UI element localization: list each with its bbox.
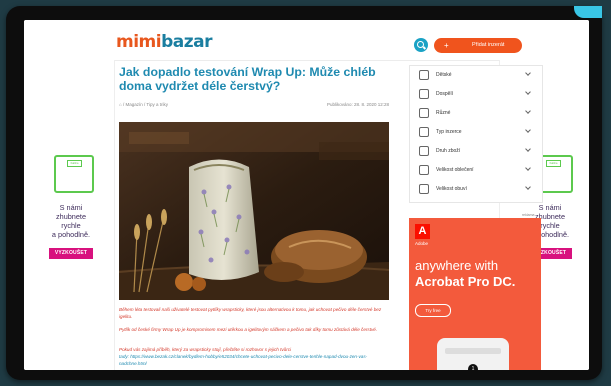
document-icon xyxy=(419,127,429,137)
category-filters: Dětské Dospělí Různé Typ inzerce Druh zb xyxy=(409,65,543,203)
adobe-headline-line-1: anywhere with xyxy=(415,258,499,273)
article: Jak dopadlo testování Wrap Up: Může chlé… xyxy=(119,65,394,370)
chevron-down-icon xyxy=(525,89,531,95)
site-logo[interactable]: mimibazar xyxy=(116,32,212,52)
article-paragraph: Pytlík od české firmy Wrap Up je komprom… xyxy=(119,327,378,332)
bread-bag-photo xyxy=(119,122,389,300)
tablet-frame: mimibazar + Přidat inzerát Kalibra S nám… xyxy=(6,6,602,380)
article-title: Jak dopadlo testování Wrap Up: Může chlé… xyxy=(119,65,376,93)
shirt-icon xyxy=(419,165,429,175)
scale-icon: Kalibra xyxy=(54,155,94,193)
filter-row[interactable]: Dětské xyxy=(410,66,542,83)
filter-label: Typ inzerce xyxy=(436,129,462,135)
side-ad-line-2: zhubnete xyxy=(55,212,87,221)
logo-part-2: bazar xyxy=(161,32,212,52)
browser-screen: mimibazar + Přidat inzerát Kalibra S nám… xyxy=(24,20,589,370)
adobe-logo-icon: A xyxy=(415,224,430,239)
adobe-ad-banner[interactable]: A Adobe anywhere with Acrobat Pro DC. Tr… xyxy=(409,218,541,370)
filter-label: Velikost oblečení xyxy=(436,167,474,173)
left-side-ad[interactable]: Kalibra S námi zhubnete rychle a pohodln… xyxy=(24,60,115,370)
scale-display: Kalibra xyxy=(67,160,82,167)
shoe-icon xyxy=(419,184,429,194)
filter-row[interactable]: Typ inzerce xyxy=(410,123,542,140)
box-icon xyxy=(419,146,429,156)
chevron-down-icon xyxy=(525,146,531,152)
screen-corner-accent xyxy=(574,6,602,18)
chevron-down-icon xyxy=(525,127,531,133)
add-listing-button[interactable]: + Přidat inzerát xyxy=(434,38,522,53)
misc-icon xyxy=(419,108,429,118)
ad-label: reklama xyxy=(522,213,535,217)
chevron-down-icon xyxy=(525,165,531,171)
side-ad-text: S námi zhubnete rychle a pohodlně. xyxy=(41,203,101,239)
side-ad-try-button[interactable]: VYZKOUŠET xyxy=(49,248,93,259)
site-header: mimibazar + Přidat inzerát xyxy=(24,20,589,61)
filter-row[interactable]: Druh zboží xyxy=(410,142,542,159)
phone-toolbar xyxy=(445,348,501,354)
badge: 1 xyxy=(468,364,478,370)
filter-row[interactable]: Dospělí xyxy=(410,85,542,102)
phone-mockup: 1 xyxy=(437,338,509,370)
filter-label: Druh zboží xyxy=(436,148,461,154)
side-ad-line-1: S námi xyxy=(59,203,83,212)
try-free-button[interactable]: Try free xyxy=(415,304,451,317)
side-ad-line-4: a pohodlně. xyxy=(51,230,91,239)
adobe-brand: Adobe xyxy=(415,241,429,246)
article-link[interactable]: tady: https://www.bezak.cz/clanek/bydlem… xyxy=(119,354,389,368)
side-ad-line-3: rychle xyxy=(61,221,81,230)
filter-row[interactable]: Různé xyxy=(410,104,542,121)
add-listing-label: Přidat inzerát xyxy=(472,42,505,48)
filter-label: Různé xyxy=(436,110,451,116)
article-meta: ⌂ / Magazín / Tipy a triky Publikováno: … xyxy=(119,102,389,107)
adobe-headline: anywhere with Acrobat Pro DC. xyxy=(415,258,540,290)
adobe-headline-line-2: Acrobat Pro DC. xyxy=(415,274,516,289)
logo-part-1: mimi xyxy=(116,32,162,52)
plus-icon: + xyxy=(444,41,449,50)
article-photo xyxy=(119,122,389,300)
search-icon[interactable] xyxy=(414,38,428,52)
filter-row[interactable]: Velikost obuví xyxy=(410,180,542,197)
publish-date: Publikováno: 28. 8. 2020 12:28 xyxy=(326,102,389,107)
side-ad-line-1: S námi xyxy=(538,203,562,212)
breadcrumb[interactable]: ⌂ / Magazín / Tipy a triky xyxy=(119,102,168,107)
filter-label: Dospělí xyxy=(436,91,453,97)
article-paragraph: Pokud vás zajímá příběh, který za wrapst… xyxy=(119,347,292,352)
filter-label: Velikost obuví xyxy=(436,186,467,192)
chevron-down-icon xyxy=(525,184,531,190)
filter-row[interactable]: Velikost oblečení xyxy=(410,161,542,178)
article-paragraph: Během léta testovali naši uživatelé test… xyxy=(119,307,382,319)
chevron-down-icon xyxy=(525,70,531,76)
child-icon xyxy=(419,70,429,80)
filter-label: Dětské xyxy=(436,72,452,78)
chevron-down-icon xyxy=(525,108,531,114)
adults-icon xyxy=(419,89,429,99)
scale-display: Kalibra xyxy=(546,160,561,167)
